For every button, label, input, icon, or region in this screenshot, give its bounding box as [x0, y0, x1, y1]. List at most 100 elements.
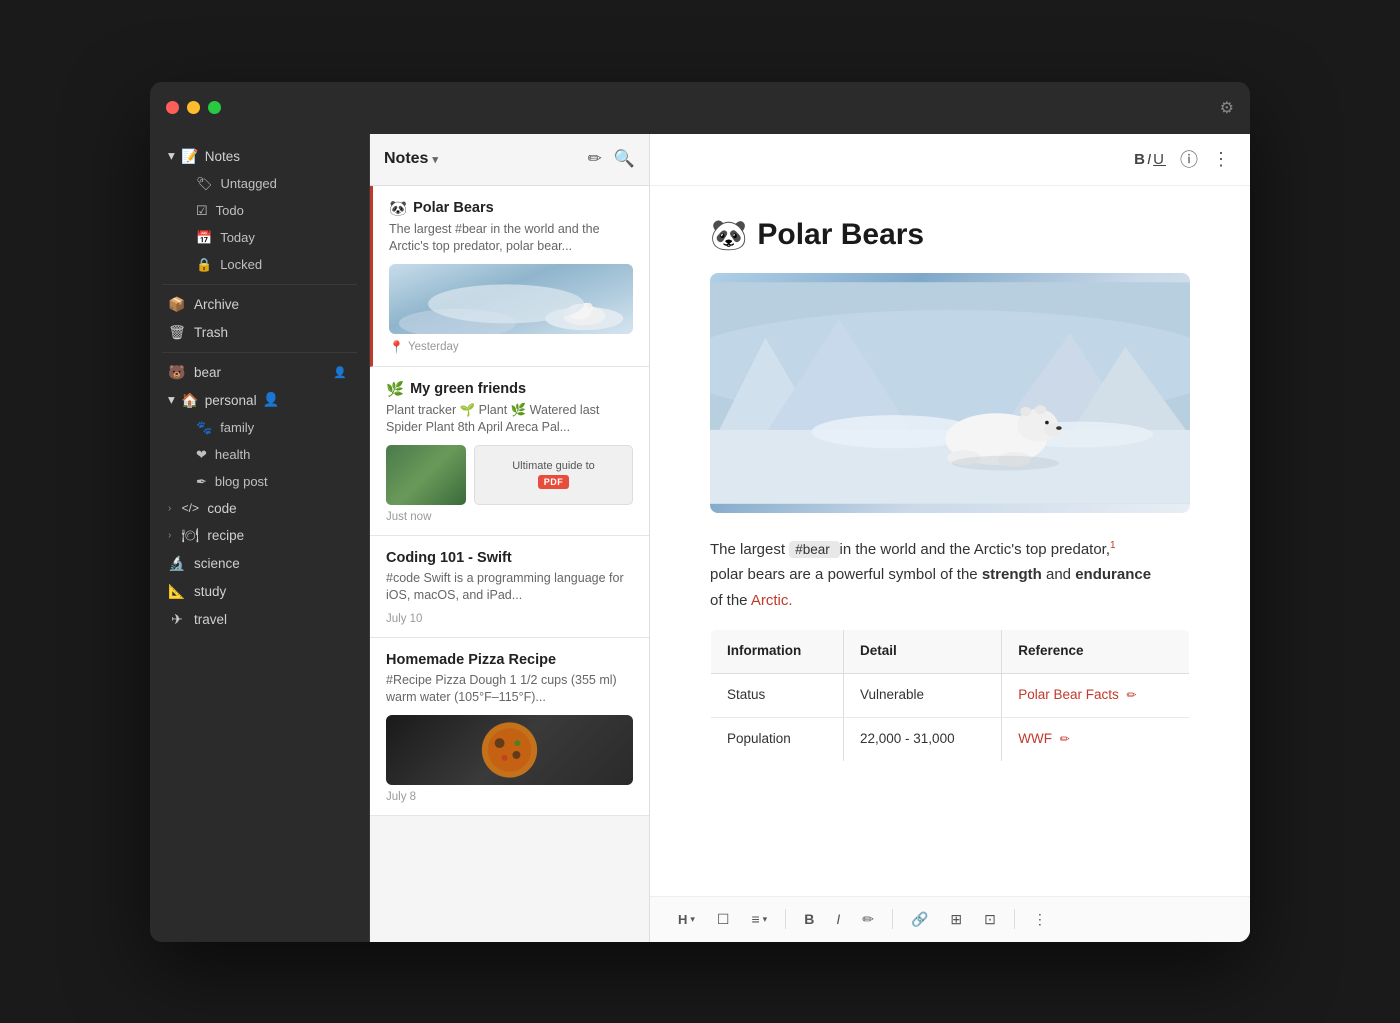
sidebar-item-untagged[interactable]: 🏷 Untagged — [156, 171, 363, 197]
note-item-pizza[interactable]: Homemade Pizza Recipe #Recipe Pizza Doug… — [370, 638, 649, 816]
sidebar-item-bear[interactable]: 🐻 bear 👤 — [156, 359, 363, 386]
untagged-icon: 🏷 — [196, 176, 213, 192]
pdf-badge: PDF — [538, 475, 570, 489]
heading-tool[interactable]: H ▾ — [670, 906, 703, 933]
image-tool[interactable]: ⊡ — [976, 905, 1004, 934]
pin-icon: 📍 — [389, 340, 404, 354]
sidebar-trash-label: Trash — [194, 325, 228, 340]
sidebar-item-todo[interactable]: ☑ Todo — [156, 198, 363, 224]
sidebar-item-blog-post[interactable]: ✒ blog post — [156, 469, 363, 495]
personal-icon: 🏠 — [181, 392, 199, 409]
cell-status-value: Vulnerable — [844, 673, 1002, 717]
editor: BIU ⓘ ⋮ 🐼 Polar Bears — [650, 134, 1250, 942]
edit-icon-2[interactable]: ✏ — [1060, 732, 1070, 746]
hashtag-bear[interactable]: #bear — [789, 541, 839, 558]
code-chevron: › — [168, 503, 171, 514]
wwf-link[interactable]: WWF — [1018, 731, 1052, 746]
link-icon: 🔗 — [911, 911, 928, 928]
highlight-tool[interactable]: ✏ — [854, 905, 882, 934]
editor-content[interactable]: 🐼 Polar Bears — [650, 186, 1250, 896]
sidebar-item-today[interactable]: 📅 Today — [156, 225, 363, 251]
app-window: ⚙ ▾ 📝 Notes 🏷 Untagged ☑ Todo 📅 Today — [150, 82, 1250, 942]
notes-icon: 📝 — [181, 148, 199, 165]
table-row: Status Vulnerable Polar Bear Facts ✏ — [711, 673, 1190, 717]
sidebar-item-family[interactable]: 🐾 family — [156, 415, 363, 441]
sidebar-item-study[interactable]: 📐 study — [156, 578, 363, 605]
italic-tool[interactable]: I — [828, 905, 848, 933]
sidebar-recipe-label: recipe — [207, 528, 244, 543]
edit-icon-1[interactable]: ✏ — [1127, 688, 1137, 702]
sidebar-item-trash[interactable]: 🗑 Trash — [156, 319, 363, 346]
notes-list: Notes ▾ ✏ 🔍 🐼 Polar Bears The largest #b… — [370, 134, 650, 942]
table-tool[interactable]: ⊞ — [942, 905, 970, 934]
more-button[interactable]: ⋮ — [1212, 149, 1230, 170]
more-tool-icon: ⋮ — [1033, 911, 1047, 928]
checkbox-icon: ☐ — [717, 911, 730, 928]
checkbox-tool[interactable]: ☐ — [709, 905, 738, 934]
note-item-green-friends[interactable]: 🌿 My green friends Plant tracker 🌱 Plant… — [370, 367, 649, 536]
notes-chevron: ▾ — [168, 148, 175, 164]
maximize-button[interactable] — [208, 101, 221, 114]
main-content: ▾ 📝 Notes 🏷 Untagged ☑ Todo 📅 Today 🔒 Lo… — [150, 134, 1250, 942]
titlebar: ⚙ — [150, 82, 1250, 134]
image-icon: ⊡ — [984, 911, 996, 928]
sidebar-item-personal[interactable]: ▾ 🏠 personal 👤 — [156, 387, 363, 414]
editor-title: 🐼 Polar Bears — [710, 218, 1190, 253]
titlebar-settings[interactable]: ⚙ — [1220, 98, 1234, 118]
info-button[interactable]: ⓘ — [1180, 146, 1198, 172]
pizza-thumb-svg — [386, 715, 633, 785]
col-reference: Reference — [1002, 630, 1190, 674]
sidebar-personal-label: personal — [205, 393, 257, 408]
more-tool[interactable]: ⋮ — [1025, 905, 1055, 934]
note-item-coding[interactable]: Coding 101 - Swift #code Swift is a prog… — [370, 536, 649, 638]
bold-endurance: endurance — [1075, 566, 1151, 583]
editor-body[interactable]: The largest #bear in the world and the A… — [710, 537, 1190, 762]
sidebar-divider-1 — [162, 284, 357, 285]
sidebar-item-travel[interactable]: ✈ travel — [156, 606, 363, 633]
highlight-icon: ✏ — [862, 911, 874, 928]
search-button[interactable]: 🔍 — [614, 149, 635, 169]
polar-bear-facts-link[interactable]: Polar Bear Facts — [1018, 687, 1119, 702]
note-date-polar-bears: 📍 Yesterday — [389, 340, 633, 354]
traffic-lights — [166, 101, 221, 114]
polar-bear-thumb-svg — [389, 264, 633, 334]
family-icon: 🐾 — [196, 420, 212, 436]
biu-button[interactable]: BIU — [1134, 151, 1166, 168]
list-tool[interactable]: ≡ ▾ — [743, 905, 775, 933]
sidebar-code-label: code — [207, 501, 236, 516]
sidebar-bear-label: bear — [194, 365, 221, 380]
pdf-thumb: Ultimate guide to PDF — [474, 445, 633, 505]
sidebar-item-code[interactable]: › </> code — [156, 496, 363, 521]
arctic-link[interactable]: Arctic. — [751, 592, 793, 609]
sidebar-today-label: Today — [220, 230, 255, 245]
note-item-polar-bears[interactable]: 🐼 Polar Bears The largest #bear in the w… — [370, 186, 649, 367]
sidebar-item-notes[interactable]: ▾ 📝 Notes — [156, 143, 363, 170]
notes-list-title[interactable]: Notes ▾ — [384, 150, 438, 168]
link-tool[interactable]: 🔗 — [903, 905, 936, 934]
locked-icon: 🔒 — [196, 257, 212, 273]
polar-bear-main-image — [710, 273, 1190, 513]
sidebar-untagged-label: Untagged — [221, 176, 277, 191]
sidebar-item-locked[interactable]: 🔒 Locked — [156, 252, 363, 278]
sidebar-item-archive[interactable]: 📦 Archive — [156, 291, 363, 318]
close-button[interactable] — [166, 101, 179, 114]
bold-tool[interactable]: B — [796, 905, 822, 933]
polar-bear-illustration — [710, 273, 1190, 513]
cell-population-value: 22,000 - 31,000 — [844, 717, 1002, 761]
new-note-button[interactable]: ✏ — [588, 149, 602, 169]
editor-bottom-toolbar: H ▾ ☐ ≡ ▾ B I ✏ — [650, 896, 1250, 942]
editor-toolbar: BIU ⓘ ⋮ — [650, 134, 1250, 186]
sidebar-item-recipe[interactable]: › 🍽 recipe — [156, 522, 363, 549]
todo-icon: ☑ — [196, 203, 208, 219]
bold-strength: strength — [982, 566, 1042, 583]
bold-tool-icon: B — [804, 911, 814, 927]
minimize-button[interactable] — [187, 101, 200, 114]
sidebar-item-health[interactable]: ❤ health — [156, 442, 363, 468]
table-header-row: Information Detail Reference — [711, 630, 1190, 674]
table-body: Status Vulnerable Polar Bear Facts ✏ Pop… — [711, 673, 1190, 761]
note-preview-green-friends: Plant tracker 🌱 Plant 🌿 Watered last Spi… — [386, 402, 633, 437]
cell-population-ref: WWF ✏ — [1002, 717, 1190, 761]
sidebar-item-science[interactable]: 🔬 science — [156, 550, 363, 577]
note-title-green-friends: 🌿 My green friends — [386, 381, 633, 398]
sidebar-blog-label: blog post — [215, 474, 268, 489]
